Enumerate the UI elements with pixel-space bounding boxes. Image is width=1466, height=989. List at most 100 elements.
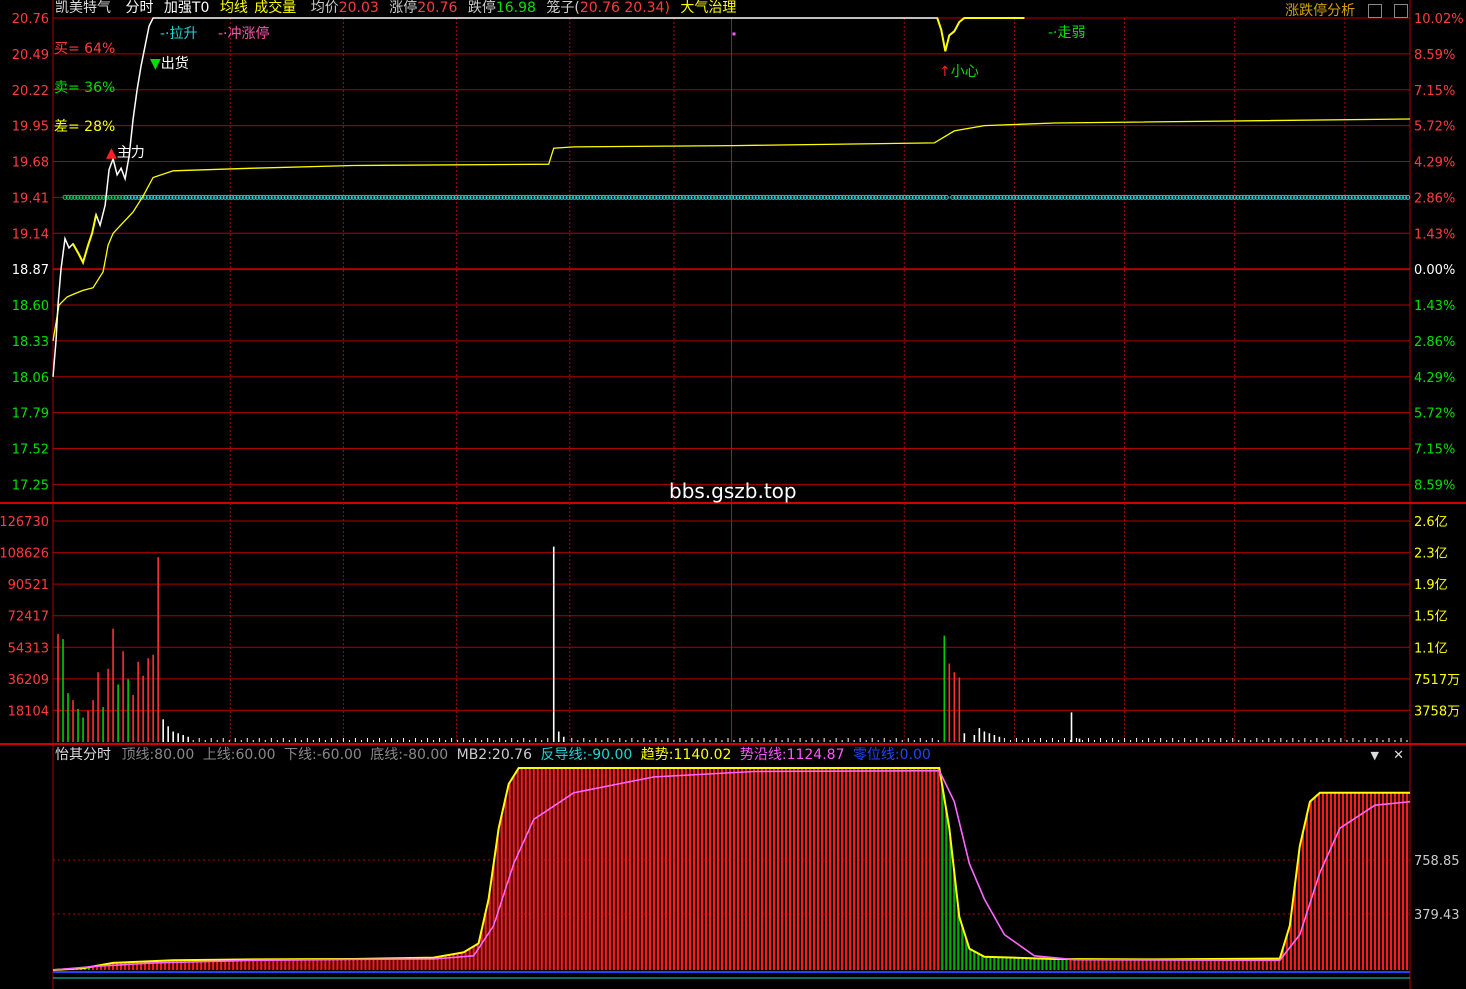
close-icon[interactable]: ✕ <box>1393 748 1404 763</box>
volume-tick-label: 126730 <box>0 515 49 530</box>
volume-bars <box>57 546 1408 742</box>
avg-line-label: 均线 <box>219 0 248 16</box>
signal-xiaoxin: ↑小心 <box>939 64 979 80</box>
down-arrow-icon: ▼ <box>150 56 161 72</box>
indicator-name[interactable]: 怡其分时 <box>55 747 111 763</box>
price-tick-label: 17.52 <box>12 443 49 458</box>
price-tick-label: 19.68 <box>12 156 49 171</box>
volume-tick-label: 72417 <box>8 610 49 625</box>
trend-label: 趋势: <box>640 747 674 763</box>
amount-tick-label: 1.5亿 <box>1414 610 1448 625</box>
price-tick-label: 19.14 <box>12 227 49 242</box>
avg-price-label: 均价 <box>310 0 339 16</box>
expand-icon[interactable] <box>1367 4 1382 18</box>
signal-chuhuo: ▼出货 <box>150 56 189 72</box>
pct-tick-label: 0.00% <box>1414 263 1455 278</box>
lower-line-value: -60.00 <box>316 747 362 763</box>
pct-tick-label: 7.15% <box>1414 443 1455 458</box>
upper-line-label: 上线: <box>202 747 236 763</box>
avg-price-value: 20.03 <box>338 0 379 16</box>
magenta-marker <box>732 32 736 36</box>
limit-analysis-link[interactable]: 涨跌停分析 <box>1285 3 1355 19</box>
limit-down-label: 跌停 <box>467 0 496 16</box>
pct-tick-label: 10.02% <box>1414 12 1464 27</box>
reverse-line-label: 反导线: <box>540 747 588 763</box>
limit-down-value: 16.98 <box>495 0 536 16</box>
bottom-line-label: 底线: <box>370 747 404 763</box>
along-line-value: 1124.87 <box>786 747 845 763</box>
price-tick-label: 18.87 <box>12 263 49 278</box>
pct-tick-label: 4.29% <box>1414 371 1455 386</box>
mb2-label: MB2: <box>456 747 492 763</box>
top-line-value: 80.00 <box>154 747 195 763</box>
reverse-line-value: -90.00 <box>587 747 633 763</box>
price-tick-label: 17.79 <box>12 407 49 422</box>
top-line-label: 顶线: <box>121 747 155 763</box>
volume-tick-label: 54313 <box>8 641 49 656</box>
indicator-panel <box>52 767 1411 979</box>
bottom-line-value: -80.00 <box>403 747 449 763</box>
amount-tick-label: 1.1亿 <box>1414 641 1448 656</box>
pct-tick-label: 2.86% <box>1414 191 1455 206</box>
pct-tick-label: 8.59% <box>1414 478 1455 493</box>
watermark-text: bbs.gszb.top <box>669 479 797 503</box>
up-arrow-icon: ↑ <box>939 64 951 80</box>
pct-tick-label: 5.72% <box>1414 120 1455 135</box>
cage-label: 笼子( <box>546 0 580 16</box>
strengthen-label[interactable]: 加强T0 <box>164 0 209 16</box>
stock-name[interactable]: 凯美特气 <box>55 0 111 16</box>
limit-up-value: 20.76 <box>417 0 458 16</box>
price-line-highlight <box>72 214 98 266</box>
trend-value: 1140.02 <box>673 747 732 763</box>
indicator-header: 怡其分时 顶线:80.00 上线:60.00 下线:-60.00 底线:-80.… <box>55 747 935 765</box>
limit-up-label: 涨停 <box>389 0 418 16</box>
trend-line <box>52 767 1410 971</box>
lower-line-label: 下线: <box>283 747 317 763</box>
diff-ratio: 差= 28% <box>54 119 116 135</box>
mode-tab[interactable]: 分时 <box>125 0 153 16</box>
signal-chongzhangting: -·冲涨停 <box>218 26 270 42</box>
price-tick-label: 19.95 <box>12 120 49 135</box>
zero-line-label: 零位线: <box>852 747 900 763</box>
pct-tick-label: 8.59% <box>1414 48 1455 63</box>
pct-tick-label: 7.15% <box>1414 84 1455 99</box>
signal-zoruo: -·走弱 <box>1048 25 1086 41</box>
sell-ratio: 卖= 36% <box>54 80 116 96</box>
volume-tick-label: 18104 <box>8 704 49 719</box>
amount-tick-label: 2.3亿 <box>1414 547 1448 562</box>
amount-tick-label: 1.9亿 <box>1414 578 1448 593</box>
along-line-label: 势沿线: <box>739 747 787 763</box>
price-tick-label: 17.25 <box>12 478 49 493</box>
price-tick-label: 20.22 <box>12 84 49 99</box>
indicator-controls: ▼ ✕ <box>1370 748 1404 763</box>
price-tick-label: 18.33 <box>12 335 49 350</box>
signal-lashen: -·拉升 <box>160 26 198 42</box>
window-icon[interactable] <box>1394 4 1408 18</box>
cage-line <box>62 194 1411 200</box>
amount-tick-label: 3758万 <box>1414 704 1460 719</box>
volume-tick-label: 36209 <box>8 673 49 688</box>
amount-tick-label: 2.6亿 <box>1414 515 1448 530</box>
volume-label: 成交量 <box>254 0 297 16</box>
price-tick-label: 18.60 <box>12 299 49 314</box>
indicator-tick-label: 758.85 <box>1414 854 1460 869</box>
signal-zhuli: ▲主力 <box>106 145 145 161</box>
dropdown-icon[interactable]: ▼ <box>1370 749 1378 762</box>
price-tick-label: 19.41 <box>12 191 49 206</box>
upper-line-value: 60.00 <box>235 747 276 763</box>
up-arrow-icon: ▲ <box>106 145 117 161</box>
header-right-controls: 涨跌停分析 <box>1285 0 1408 19</box>
price-tick-label: 20.49 <box>12 48 49 63</box>
chart-header: 凯美特气 分时 加强T0 均线 成交量 均价20.03 涨停20.76 跌停16… <box>55 0 742 18</box>
indicator-tick-label: 379.43 <box>1414 908 1460 923</box>
pct-tick-label: 2.86% <box>1414 335 1455 350</box>
buy-ratio: 买= 64% <box>54 41 116 57</box>
pct-tick-label: 1.43% <box>1414 299 1455 314</box>
zero-line-value: 0.00 <box>899 747 931 763</box>
amount-tick-label: 7517万 <box>1414 673 1460 688</box>
price-tick-label: 20.76 <box>12 12 49 27</box>
price-line-highlight <box>936 17 1025 52</box>
price-tick-label: 18.06 <box>12 371 49 386</box>
along-line <box>52 769 1411 971</box>
pct-tick-label: 5.72% <box>1414 407 1455 422</box>
